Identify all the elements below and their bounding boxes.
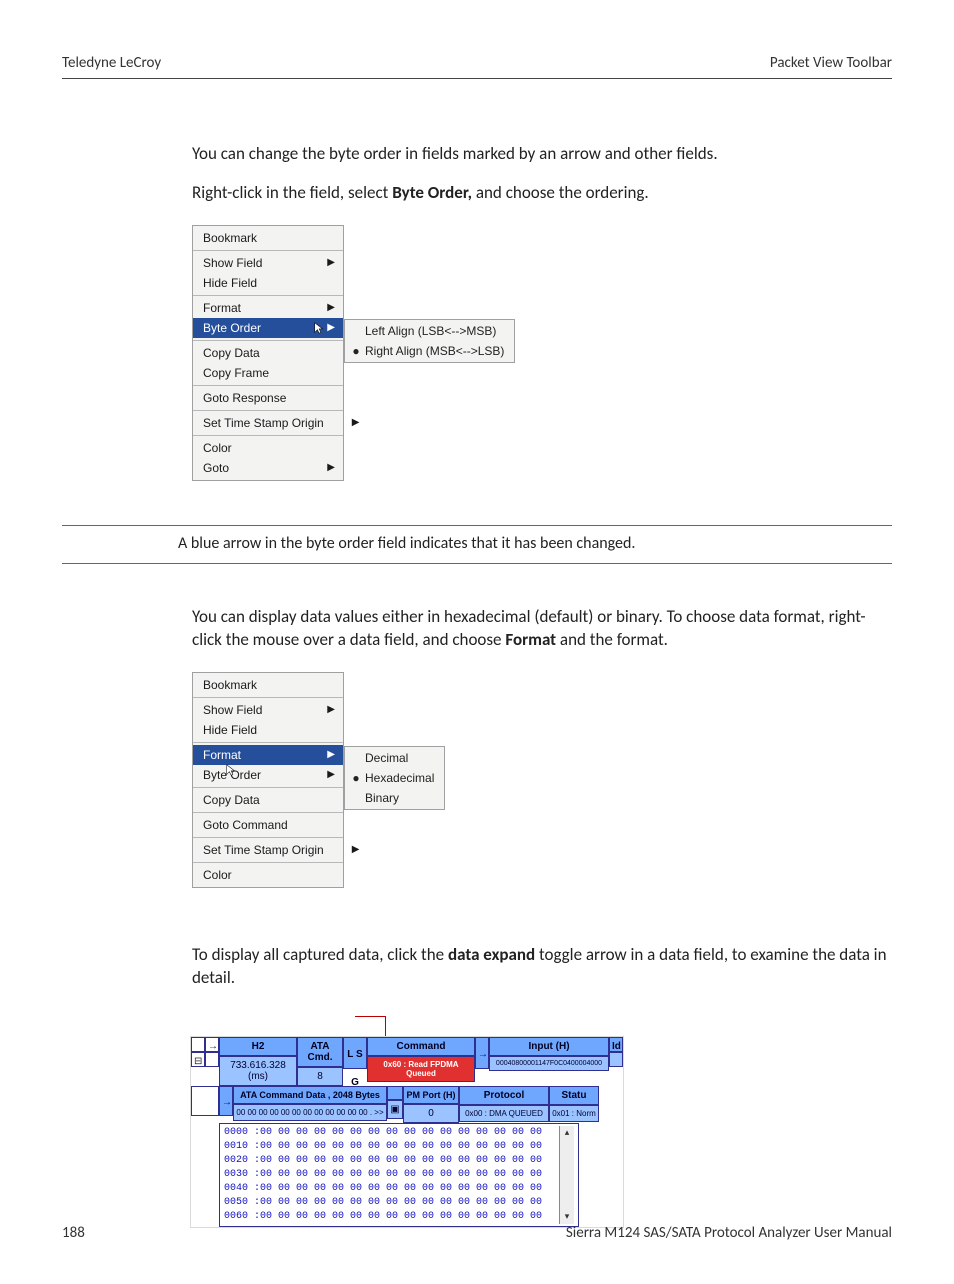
submenu-left-align[interactable]: Left Align (LSB<-->MSB)	[345, 321, 514, 341]
field-h2-header: H2	[219, 1037, 297, 1056]
figure-packet-view: ⊟ → H2 733.616.328 (ms) ATA Cmd. 8	[190, 1006, 892, 1232]
menu-goto-response[interactable]: Goto Response	[193, 388, 343, 408]
chevron-right-icon: ▶	[327, 255, 335, 271]
field-ata-data-header: ATA Command Data , 2048 Bytes	[233, 1086, 387, 1104]
figure-byte-order-menu: Bookmark Show Field▶ Hide Field Format▶ …	[192, 221, 892, 491]
field-status-value[interactable]: 0x01 : Norm	[549, 1105, 599, 1122]
header-left: Teledyne LeCroy	[62, 54, 161, 72]
format-submenu: Decimal ●Hexadecimal Binary	[344, 746, 445, 810]
scroll-down-icon[interactable]: ▾	[565, 1210, 570, 1224]
field-id-header: Id	[609, 1037, 623, 1052]
field-protocol-header: Protocol	[459, 1086, 549, 1105]
field-ata-value[interactable]: 8	[297, 1067, 343, 1086]
menu-copy-frame[interactable]: Copy Frame	[193, 363, 343, 383]
data-expand-toggle[interactable]: ▣	[387, 1100, 403, 1119]
note-byte-order-arrow: A blue arrow in the byte order field ind…	[62, 525, 892, 564]
menu-goto[interactable]: Goto▶	[193, 458, 343, 478]
menu-hide-field[interactable]: Hide Field	[193, 273, 343, 293]
submenu-binary[interactable]: Binary	[345, 788, 444, 808]
callout-line	[190, 1006, 892, 1036]
menu-show-field[interactable]: Show Field▶	[193, 253, 343, 273]
manual-title: Sierra M124 SAS/SATA Protocol Analyzer U…	[566, 1224, 892, 1242]
hex-dump[interactable]: 0000 :00 00 00 00 00 00 00 00 00 00 00 0…	[219, 1123, 579, 1227]
field-status-header: Statu	[549, 1086, 599, 1105]
submenu-decimal[interactable]: Decimal	[345, 748, 444, 768]
para-format-intro: You can display data values either in he…	[192, 606, 892, 652]
scrollbar[interactable]: ▴ ▾	[559, 1126, 574, 1224]
para-data-expand: To display all captured data, click the …	[192, 944, 892, 990]
field-command-header: Command	[367, 1037, 475, 1056]
menu-bookmark[interactable]: Bookmark	[193, 675, 343, 695]
byte-order-submenu: Left Align (LSB<-->MSB) ●Right Align (MS…	[344, 319, 515, 363]
menu-color[interactable]: Color	[193, 865, 343, 885]
menu-copy-data[interactable]: Copy Data	[193, 790, 343, 810]
byte-order-arrow-icon[interactable]: →	[219, 1086, 233, 1116]
field-input-value[interactable]: 00040800001147F0C0400004000	[489, 1056, 609, 1071]
chevron-right-icon: ▶	[327, 702, 335, 718]
submenu-hexadecimal[interactable]: ●Hexadecimal	[345, 768, 444, 788]
field-ata-header: ATA Cmd.	[297, 1037, 343, 1067]
menu-format[interactable]: Format▶	[193, 298, 343, 318]
menu-bookmark[interactable]: Bookmark	[193, 228, 343, 248]
menu-copy-data[interactable]: Copy Data	[193, 343, 343, 363]
chevron-right-icon: ▶	[327, 747, 335, 763]
byte-order-arrow-icon[interactable]: →	[475, 1037, 489, 1069]
field-h2-value[interactable]: 733.616.328 (ms)	[219, 1056, 297, 1086]
menu-show-field[interactable]: Show Field▶	[193, 700, 343, 720]
menu-byte-order[interactable]: Byte Order ▶	[193, 318, 343, 338]
menu-goto-command[interactable]: Goto Command	[193, 815, 343, 835]
scroll-up-icon[interactable]: ▴	[565, 1126, 570, 1140]
figure-format-menu: Bookmark Show Field▶ Hide Field Format ▶…	[192, 668, 892, 898]
page-number: 188	[62, 1224, 85, 1242]
header-right: Packet View Toolbar	[770, 54, 892, 72]
cursor-icon	[313, 321, 327, 335]
para-byte-order-intro: You can change the byte order in fields …	[192, 143, 892, 166]
context-menu: Bookmark Show Field▶ Hide Field Format ▶…	[192, 672, 344, 888]
field-command-value[interactable]: 0x60 : Read FPDMA Queued	[367, 1056, 475, 1082]
field-protocol-value[interactable]: 0x00 : DMA QUEUED	[459, 1105, 549, 1122]
menu-format[interactable]: Format ▶	[193, 745, 343, 765]
para-byte-order-howto: Right-click in the field, select Byte Or…	[192, 182, 892, 205]
chevron-right-icon: ▶	[327, 320, 335, 336]
context-menu: Bookmark Show Field▶ Hide Field Format▶ …	[192, 225, 344, 481]
menu-hide-field[interactable]: Hide Field	[193, 720, 343, 740]
field-pmport-value[interactable]: 0	[403, 1104, 459, 1123]
field-input-header: Input (H)	[489, 1037, 609, 1056]
chevron-right-icon: ▶	[327, 767, 335, 783]
menu-set-time-stamp-origin[interactable]: Set Time Stamp Origin▶	[193, 840, 343, 860]
cursor-icon	[225, 763, 239, 777]
menu-byte-order[interactable]: Byte Order ▶	[193, 765, 343, 785]
chevron-right-icon: ▶	[327, 460, 335, 476]
field-pmport-header: PM Port (H)	[403, 1086, 459, 1104]
field-lsg[interactable]: L S G	[343, 1037, 367, 1069]
field-ata-data-value[interactable]: 00 00 00 00 00 00 00 00 00 00 00 00 . >>	[233, 1104, 387, 1121]
chevron-right-icon: ▶	[327, 300, 335, 316]
submenu-right-align[interactable]: ●Right Align (MSB<-->LSB)	[345, 341, 514, 361]
menu-set-time-stamp-origin[interactable]: Set Time Stamp Origin▶	[193, 413, 343, 433]
menu-color[interactable]: Color	[193, 438, 343, 458]
